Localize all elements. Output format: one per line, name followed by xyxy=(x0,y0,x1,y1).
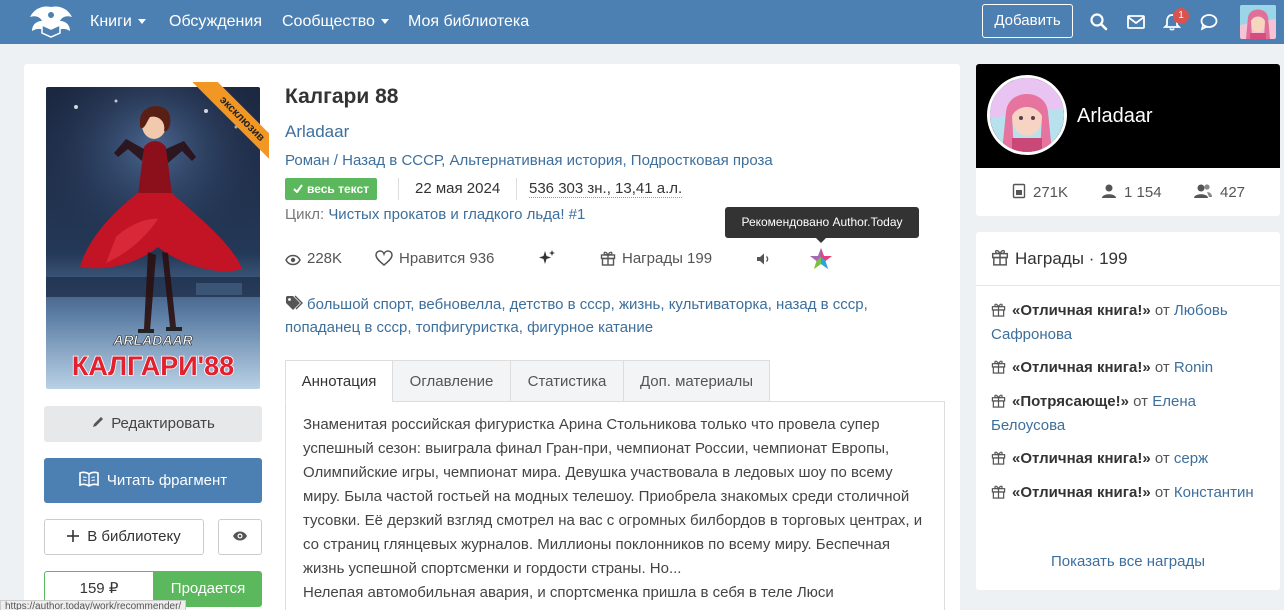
edit-button[interactable]: Редактировать xyxy=(44,406,262,442)
tag-link[interactable]: назад в ссср xyxy=(776,296,864,313)
add-button[interactable]: Добавить xyxy=(982,4,1073,38)
gift-icon xyxy=(991,303,1006,317)
user-icon xyxy=(1102,184,1116,198)
cover-title-text: КАЛГАРИ'88 xyxy=(72,351,234,381)
search-icon[interactable] xyxy=(1089,12,1109,32)
views-stat: 228K xyxy=(285,250,342,267)
nav-community[interactable]: Сообщество xyxy=(282,13,389,31)
gift-icon xyxy=(600,251,616,266)
genre-link[interactable]: Альтернативная история xyxy=(449,152,622,169)
genre-list: Роман / Назад в СССР, Альтернативная ист… xyxy=(285,152,773,169)
tab-annotation[interactable]: Аннотация xyxy=(285,360,393,402)
tag-link[interactable]: культиваторка xyxy=(669,296,768,313)
publish-date: 22 мая 2024 xyxy=(415,180,501,197)
recommended-tooltip: Рекомендовано Author.Today xyxy=(725,207,919,243)
read-fragment-button[interactable]: Читать фрагмент xyxy=(44,458,262,503)
sparkles-icon[interactable] xyxy=(538,249,556,267)
tag-link[interactable]: топфигуристка xyxy=(416,319,519,336)
recommended-star-icon[interactable] xyxy=(809,247,833,271)
author-avatar[interactable] xyxy=(987,75,1067,155)
gift-icon xyxy=(991,485,1006,499)
series-link[interactable]: Чистых прокатов и гладкого льда! #1 xyxy=(328,206,585,223)
mail-icon[interactable] xyxy=(1126,12,1146,32)
book-icon xyxy=(1012,183,1026,199)
pencil-icon xyxy=(93,417,104,427)
speaker-icon[interactable] xyxy=(756,252,772,266)
eye-icon xyxy=(285,254,301,266)
cover-author-text: ARLADAAR xyxy=(112,332,193,348)
divider xyxy=(516,178,517,200)
award-user-link[interactable]: серж xyxy=(1174,450,1208,467)
author-books-stat: 271K xyxy=(1012,183,1068,201)
watch-button[interactable] xyxy=(218,519,262,555)
awards-button[interactable]: Награды 199 xyxy=(600,250,712,267)
tag-link[interactable]: попаданец в ссср xyxy=(285,319,407,336)
book-title: Калгари 88 xyxy=(285,85,399,108)
annotation-text: Знаменитая российская фигуристка Арина С… xyxy=(303,416,923,610)
award-item: «Отличная книга!» от серж xyxy=(991,447,1261,471)
author-friends-stat: 427 xyxy=(1193,183,1245,201)
gift-icon xyxy=(991,394,1006,408)
logo-icon[interactable] xyxy=(28,3,74,41)
gift-icon xyxy=(991,451,1006,465)
user-avatar[interactable] xyxy=(1240,5,1276,39)
genre-link[interactable]: Подростковая проза xyxy=(631,152,773,169)
tag-link[interactable]: большой спорт xyxy=(307,296,410,313)
awards-heading: Награды · 199 xyxy=(991,248,1127,269)
divider xyxy=(398,178,399,200)
add-to-library-button[interactable]: В библиотеку xyxy=(44,519,204,555)
book-size: 536 303 зн., 13,41 а.л. xyxy=(529,180,683,198)
top-navbar: Книги Обсуждения Сообщество Моя библиоте… xyxy=(0,0,1284,44)
nav-my-library[interactable]: Моя библиотека xyxy=(408,13,529,31)
tab-contents[interactable]: Оглавление xyxy=(392,360,511,402)
chevron-down-icon xyxy=(137,19,146,25)
eye-icon xyxy=(233,531,247,541)
book-author-link[interactable]: Arladaar xyxy=(285,122,349,142)
tags-icon xyxy=(286,295,303,310)
tag-link[interactable]: вебновелла xyxy=(419,296,502,313)
tag-link[interactable]: детство в ссср xyxy=(510,296,611,313)
award-item: «Отличная книга!» от Любовь Сафронова xyxy=(991,302,1228,343)
show-all-awards-link[interactable]: Показать все награды xyxy=(976,553,1280,570)
notification-badge: 1 xyxy=(1173,8,1189,24)
exclusive-ribbon: эксклюзив xyxy=(181,82,269,170)
series-info: Цикл: Чистых прокатов и гладкого льда! #… xyxy=(285,206,586,223)
gift-icon xyxy=(991,249,1009,266)
open-book-icon xyxy=(79,471,99,487)
plus-icon xyxy=(67,530,80,542)
chat-icon[interactable] xyxy=(1199,12,1219,32)
award-item: «Потрясающе!» от Елена Белоусова xyxy=(991,393,1196,434)
chevron-down-icon xyxy=(380,19,389,25)
nav-books[interactable]: Книги xyxy=(90,13,146,31)
tab-statistics[interactable]: Статистика xyxy=(510,360,624,402)
users-icon xyxy=(1194,184,1212,198)
gift-icon xyxy=(991,360,1006,374)
genre-link[interactable]: Роман xyxy=(285,152,330,169)
award-user-link[interactable]: Ronin xyxy=(1174,359,1213,376)
heart-icon xyxy=(375,250,393,266)
browser-status-url: https://author.today/work/recommender/ xyxy=(0,600,187,610)
award-item: «Отличная книга!» от Константин xyxy=(991,481,1261,505)
award-item: «Отличная книга!» от Ronin xyxy=(991,356,1261,380)
genre-link[interactable]: Назад в СССР xyxy=(342,152,441,169)
tag-list: большой спорт, вебновелла, детство в ссс… xyxy=(285,295,868,336)
tab-extra-materials[interactable]: Доп. материалы xyxy=(623,360,770,402)
check-icon xyxy=(293,184,303,194)
tag-link[interactable]: фигурное катание xyxy=(527,319,653,336)
divider xyxy=(976,285,1280,286)
author-followers-stat: 1 154 xyxy=(1101,183,1162,201)
award-user-link[interactable]: Константин xyxy=(1174,484,1254,501)
author-card-name[interactable]: Arladaar xyxy=(1077,105,1153,128)
nav-discussions[interactable]: Обсуждения xyxy=(169,13,262,31)
like-button[interactable]: Нравится 936 xyxy=(375,250,494,267)
status-badge: весь текст xyxy=(285,178,378,200)
tag-link[interactable]: жизнь xyxy=(619,296,660,313)
